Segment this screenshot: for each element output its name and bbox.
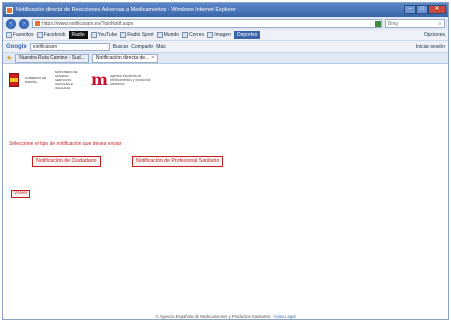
mail-icon: [181, 32, 188, 38]
window-controls: – □ ✕: [404, 5, 446, 15]
radio-icon: [120, 32, 127, 38]
toolbar-item-deportes[interactable]: Deportes: [233, 31, 261, 39]
lock-icon: [375, 20, 381, 27]
favorites-star-icon[interactable]: ★: [6, 54, 12, 62]
toolbar-item-youtube[interactable]: YouTube: [90, 32, 117, 38]
google-signin-button[interactable]: Iniciar sesión: [416, 44, 445, 50]
toolbar-item-radio-sport[interactable]: Radio Sport: [120, 32, 154, 38]
search-icon[interactable]: ⌕: [436, 21, 444, 27]
google-share-button[interactable]: Compartir: [131, 44, 153, 50]
youtube-icon: [90, 32, 97, 38]
browser-search-input[interactable]: Bing ⌕: [385, 19, 445, 28]
aemps-logo-mark: m: [91, 70, 108, 89]
toolbar-item-correo[interactable]: Correo: [181, 32, 204, 38]
google-toolbar: Google notificaram Buscar Compartir Más …: [3, 41, 448, 53]
ie-icon: [6, 6, 13, 14]
back-button[interactable]: ‹: [6, 18, 16, 29]
star-box-icon: [6, 32, 12, 38]
page-content: GOBIERNO DE ESPAÑA MINISTERIO DE SANIDAD…: [3, 64, 448, 319]
minimize-button[interactable]: –: [404, 5, 416, 14]
window-title: Notificación directa de Reacciones Adver…: [16, 7, 236, 13]
image-icon: [207, 32, 214, 38]
forward-button[interactable]: ›: [19, 18, 29, 29]
title-bar: Notificación directa de Reacciones Adver…: [3, 3, 448, 17]
aviso-legal-link[interactable]: Aviso Legal: [274, 314, 296, 319]
toolbar-item-favoritos[interactable]: Favoritos: [6, 32, 34, 38]
favorites-toolbar: Favoritos Facebook Radio YouTube Radio S…: [3, 30, 448, 41]
maximize-button[interactable]: □: [416, 5, 428, 14]
ministerio-label: MINISTERIO DE SANIDAD, SERVICIOS SOCIALE…: [55, 70, 78, 90]
footer-text: © Agencia Española de Medicamentos y Pro…: [155, 314, 274, 319]
address-bar: ‹ › https://www.notificaram.es/TipoNotif…: [3, 17, 448, 30]
site-header: GOBIERNO DE ESPAÑA MINISTERIO DE SANIDAD…: [9, 70, 158, 90]
volver-button[interactable]: Volver: [11, 190, 31, 198]
close-button[interactable]: ✕: [428, 5, 446, 14]
toolbar-options[interactable]: Opciones: [424, 32, 445, 38]
spain-coat-of-arms-icon: [9, 73, 19, 87]
aemps-logo: m agencia española de medicamentos y pro…: [91, 70, 158, 89]
globe-icon: [156, 32, 163, 38]
google-search-input[interactable]: notificaram: [29, 42, 110, 51]
tab-nuestra-ruta[interactable]: Nuestra Ruta Camino - Sud...: [15, 53, 89, 63]
aemps-label: agencia española de medicamentos y produ…: [109, 74, 151, 86]
toolbar-item-radio[interactable]: Radio: [68, 31, 88, 39]
tabs-bar: ★ Nuestra Ruta Camino - Sud... Notificac…: [3, 53, 448, 64]
browser-window: Notificación directa de Reacciones Adver…: [2, 2, 449, 320]
search-placeholder: Bing: [388, 20, 399, 27]
notificacion-profesional-button[interactable]: Notificación de Profesional Sanitario: [132, 156, 224, 167]
toolbar-item-facebook[interactable]: Facebook: [36, 32, 66, 38]
page-footer: © Agencia Española de Medicamentos y Pro…: [3, 314, 448, 319]
instruction-text: Seleccione el tipo de notificación que d…: [9, 141, 122, 147]
toolbar-item-mundo[interactable]: Mundo: [156, 32, 179, 38]
toolbar-item-imagen[interactable]: Imagen: [207, 32, 231, 38]
facebook-icon: [36, 32, 43, 38]
gobierno-label: GOBIERNO DE ESPAÑA: [25, 76, 47, 84]
tab-close-icon[interactable]: ×: [151, 55, 154, 61]
tab-notificacion[interactable]: Notificación directa de... ×: [91, 53, 159, 63]
url-text: https://www.notificaram.es/TipoNotif.asp…: [42, 20, 134, 27]
google-more-button[interactable]: Más: [156, 44, 165, 50]
google-logo: Google: [6, 43, 27, 50]
url-field[interactable]: https://www.notificaram.es/TipoNotif.asp…: [32, 19, 382, 28]
notificacion-ciudadano-button[interactable]: Notificación de Ciudadano: [32, 156, 101, 167]
page-icon: [35, 21, 40, 26]
google-search-button[interactable]: Buscar: [113, 44, 129, 50]
